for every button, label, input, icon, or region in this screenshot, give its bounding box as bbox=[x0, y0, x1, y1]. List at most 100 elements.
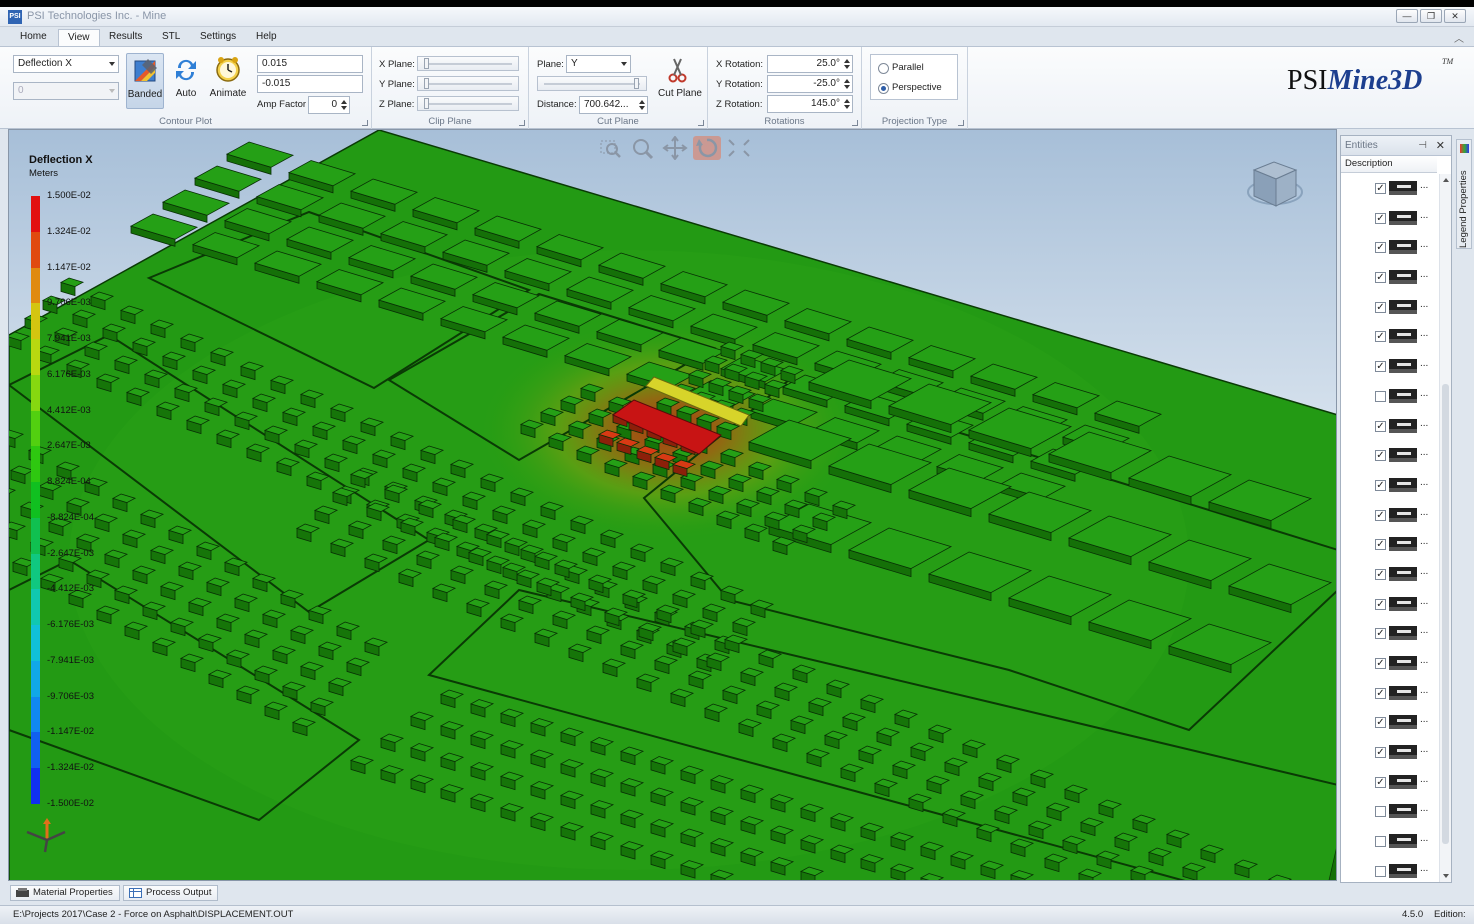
pan-button[interactable] bbox=[661, 135, 689, 161]
contour-min-field[interactable]: -0.015 bbox=[257, 75, 363, 93]
tab-view[interactable]: View bbox=[58, 29, 100, 46]
process-output-tab[interactable]: Process Output bbox=[123, 885, 219, 901]
cut-plane-slider[interactable] bbox=[537, 76, 647, 91]
entity-row[interactable]: ✓... bbox=[1341, 233, 1437, 263]
entity-visibility-checkbox[interactable]: ✓ bbox=[1375, 242, 1386, 254]
entity-row[interactable]: ✓... bbox=[1341, 708, 1437, 738]
z-rotation-spinner[interactable]: 145.0° bbox=[767, 95, 853, 113]
projection-launcher-icon[interactable] bbox=[958, 120, 964, 126]
entity-visibility-checkbox[interactable]: ✓ bbox=[1375, 212, 1386, 224]
amp-factor-spinner[interactable]: 0 bbox=[308, 96, 350, 114]
entity-row[interactable]: ✓... bbox=[1341, 441, 1437, 471]
zoom-window-button[interactable] bbox=[597, 136, 625, 160]
auto-button[interactable]: Auto bbox=[167, 53, 205, 109]
entity-visibility-checkbox[interactable] bbox=[1375, 390, 1386, 402]
entity-visibility-checkbox[interactable]: ✓ bbox=[1375, 568, 1386, 580]
tab-help[interactable]: Help bbox=[247, 29, 286, 46]
entity-row[interactable]: ✓... bbox=[1341, 679, 1437, 709]
x-rotation-spinner[interactable]: 25.0° bbox=[767, 55, 853, 73]
cut-plane-launcher-icon[interactable] bbox=[698, 120, 704, 126]
entity-row[interactable]: ... bbox=[1341, 382, 1437, 412]
entity-row[interactable]: ✓... bbox=[1341, 619, 1437, 649]
x-plane-slider[interactable] bbox=[417, 56, 519, 71]
tab-settings[interactable]: Settings bbox=[191, 29, 245, 46]
pillar-block bbox=[161, 189, 231, 223]
entity-visibility-checkbox[interactable]: ✓ bbox=[1375, 183, 1386, 194]
contour-max-field[interactable]: 0.015 bbox=[257, 55, 363, 73]
entity-row[interactable]: ✓... bbox=[1341, 560, 1437, 590]
animate-button[interactable]: Animate bbox=[209, 53, 247, 109]
parallel-radio[interactable]: Parallel bbox=[878, 62, 924, 74]
entity-visibility-checkbox[interactable]: ✓ bbox=[1375, 331, 1386, 343]
result-type-select[interactable]: Deflection X bbox=[13, 55, 119, 73]
entity-visibility-checkbox[interactable]: ✓ bbox=[1375, 479, 1386, 491]
ribbon-collapse-icon[interactable]: ︿ bbox=[1454, 30, 1464, 45]
tab-stl[interactable]: STL bbox=[153, 29, 189, 46]
fit-all-button[interactable] bbox=[725, 136, 753, 160]
perspective-radio[interactable]: Perspective bbox=[878, 82, 942, 94]
zoom-button[interactable] bbox=[629, 136, 657, 160]
entity-visibility-checkbox[interactable]: ✓ bbox=[1375, 776, 1386, 788]
rotations-launcher-icon[interactable] bbox=[852, 120, 858, 126]
entity-row[interactable]: ... bbox=[1341, 797, 1437, 827]
z-plane-slider[interactable] bbox=[417, 96, 519, 111]
entity-visibility-checkbox[interactable]: ✓ bbox=[1375, 539, 1386, 551]
entity-visibility-checkbox[interactable] bbox=[1375, 865, 1386, 877]
pin-icon[interactable]: ⊣ bbox=[1418, 136, 1427, 156]
distance-spinner[interactable]: 700.642... bbox=[579, 96, 648, 114]
entity-visibility-checkbox[interactable] bbox=[1375, 836, 1386, 848]
entity-row[interactable]: ✓... bbox=[1341, 352, 1437, 382]
entity-row[interactable]: ✓... bbox=[1341, 590, 1437, 620]
entity-visibility-checkbox[interactable]: ✓ bbox=[1375, 509, 1386, 521]
entity-row[interactable]: ✓... bbox=[1341, 263, 1437, 293]
view-cube-icon[interactable] bbox=[1244, 152, 1306, 222]
mine-model-render bbox=[9, 130, 1336, 880]
description-column-header[interactable]: Description bbox=[1341, 156, 1437, 173]
entity-visibility-checkbox[interactable]: ✓ bbox=[1375, 450, 1386, 462]
entity-visibility-checkbox[interactable]: ✓ bbox=[1375, 361, 1386, 373]
entity-visibility-checkbox[interactable]: ✓ bbox=[1375, 658, 1386, 669]
entity-row[interactable]: ✓... bbox=[1341, 412, 1437, 442]
entity-row[interactable]: ✓... bbox=[1341, 471, 1437, 501]
entity-row[interactable]: ✓... bbox=[1341, 501, 1437, 531]
plane-select[interactable]: Y bbox=[566, 55, 631, 73]
restore-button[interactable]: ❐ bbox=[1420, 9, 1442, 23]
y-rotation-spinner[interactable]: -25.0° bbox=[767, 75, 853, 93]
entity-visibility-checkbox[interactable]: ✓ bbox=[1375, 420, 1386, 432]
entity-visibility-checkbox[interactable]: ✓ bbox=[1375, 301, 1386, 313]
entity-row[interactable]: ✓... bbox=[1341, 649, 1437, 679]
minimize-button[interactable]: — bbox=[1396, 9, 1418, 23]
3d-viewport[interactable]: Deflection X Meters 1.500E-02 1.324E-02 1.… bbox=[8, 129, 1337, 881]
entity-row[interactable]: ✓... bbox=[1341, 322, 1437, 352]
contour-plot-launcher-icon[interactable] bbox=[362, 120, 368, 126]
clip-plane-launcher-icon[interactable] bbox=[519, 120, 525, 126]
cut-plane-button[interactable]: Cut Plane bbox=[658, 53, 702, 109]
legend-properties-side-tab[interactable]: Legend Properties bbox=[1456, 139, 1472, 249]
entity-visibility-checkbox[interactable]: ✓ bbox=[1375, 628, 1386, 640]
entities-close-icon[interactable]: ✕ bbox=[1436, 136, 1445, 156]
entity-row[interactable]: ✓... bbox=[1341, 530, 1437, 560]
entity-visibility-checkbox[interactable]: ✓ bbox=[1375, 598, 1386, 610]
y-plane-slider[interactable] bbox=[417, 76, 519, 91]
entity-row[interactable]: ✓... bbox=[1341, 204, 1437, 234]
close-button[interactable]: ✕ bbox=[1444, 9, 1466, 23]
banded-button[interactable]: Banded bbox=[126, 53, 164, 109]
entity-mesh-icon bbox=[1389, 537, 1417, 552]
material-properties-tab[interactable]: Material Properties bbox=[10, 885, 120, 901]
entity-visibility-checkbox[interactable]: ✓ bbox=[1375, 272, 1386, 284]
rotate-button[interactable] bbox=[693, 136, 721, 160]
entity-visibility-checkbox[interactable]: ✓ bbox=[1375, 717, 1386, 729]
legend-properties-icon bbox=[1460, 144, 1469, 153]
entity-visibility-checkbox[interactable]: ✓ bbox=[1375, 687, 1386, 699]
entity-visibility-checkbox[interactable] bbox=[1375, 806, 1386, 818]
entities-scrollbar[interactable] bbox=[1439, 174, 1451, 882]
tab-home[interactable]: Home bbox=[11, 29, 56, 46]
entity-row[interactable]: ✓... bbox=[1341, 768, 1437, 798]
entity-row[interactable]: ✓... bbox=[1341, 293, 1437, 323]
entity-row[interactable]: ✓... bbox=[1341, 174, 1437, 204]
result-component-select[interactable]: 0 bbox=[13, 82, 119, 100]
entity-visibility-checkbox[interactable]: ✓ bbox=[1375, 747, 1386, 759]
entity-row[interactable]: ✓... bbox=[1341, 738, 1437, 768]
entity-row[interactable]: ... bbox=[1341, 827, 1437, 857]
tab-results[interactable]: Results bbox=[100, 29, 151, 46]
